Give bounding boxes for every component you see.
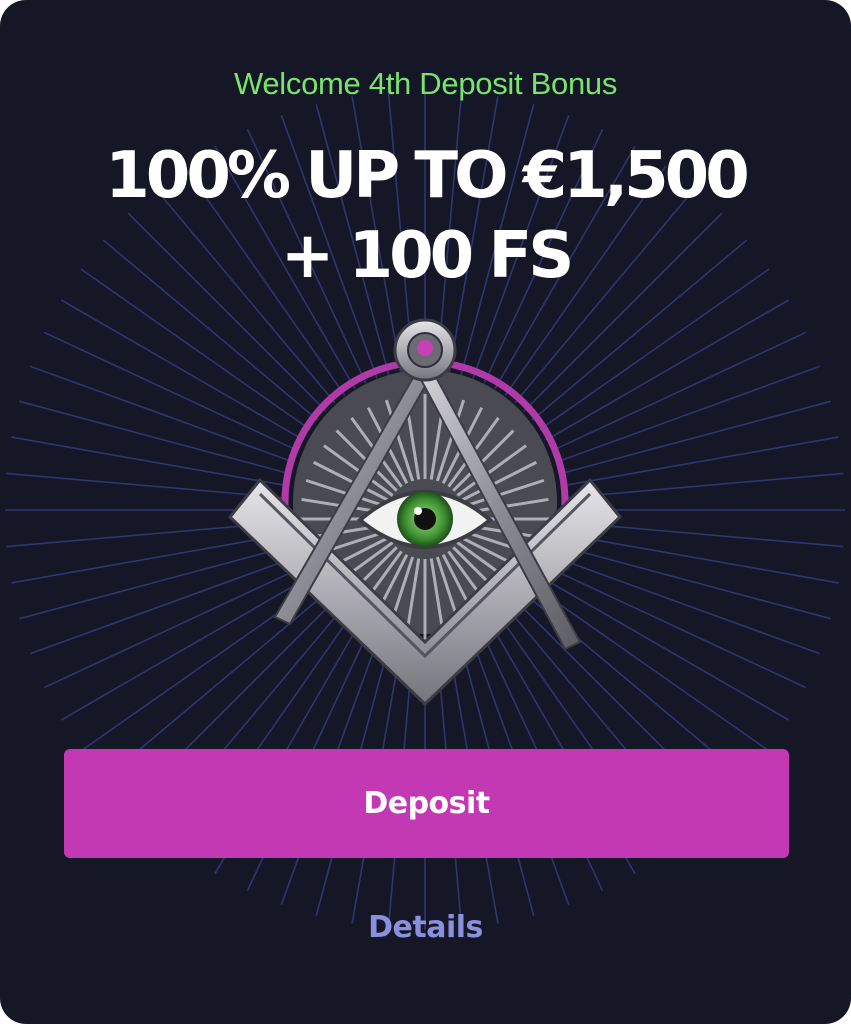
bonus-headline: 100% UP TO €1,500 + 100 FS [0, 136, 851, 296]
bonus-card: Welcome 4th Deposit Bonus 100% UP TO €1,… [0, 0, 851, 1024]
headline-line-amount: 100% UP TO €1,500 [105, 139, 749, 213]
masonic-square-compass-eye-icon [227, 318, 623, 707]
bonus-subtitle: Welcome 4th Deposit Bonus [233, 66, 618, 101]
deposit-button[interactable]: Deposit [64, 749, 789, 858]
details-link[interactable]: Details [0, 910, 851, 945]
headline-line-freespins: + 100 FS [280, 219, 575, 293]
